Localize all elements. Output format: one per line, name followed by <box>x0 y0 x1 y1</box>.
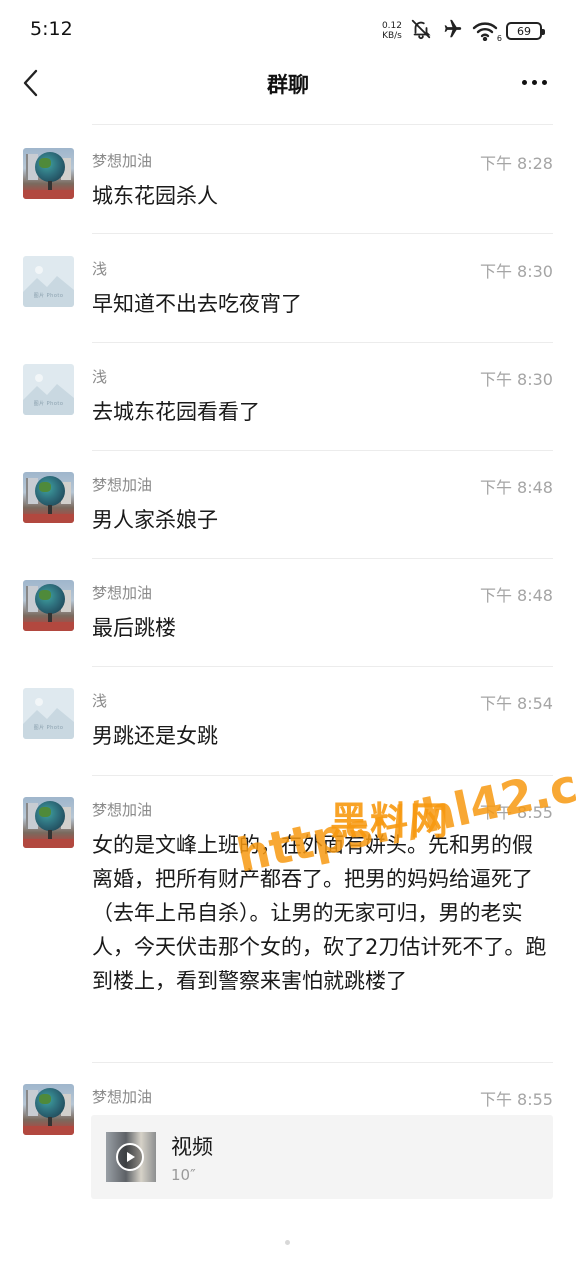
image-placeholder-icon <box>23 374 74 415</box>
more-dot-icon <box>531 79 537 85</box>
sender-name: 浅 <box>92 368 108 386</box>
page-title: 群聊 <box>267 73 309 97</box>
chat-message: 梦想加油 下午 8:48 最后跳楼 <box>0 558 576 666</box>
sender-name: 浅 <box>92 692 108 710</box>
avatar[interactable] <box>23 580 74 631</box>
divider <box>92 342 553 343</box>
sender-name: 梦想加油 <box>92 476 153 494</box>
message-time: 下午 8:55 <box>479 803 553 822</box>
net-speed-unit: KB/s <box>382 31 402 41</box>
divider <box>92 450 553 451</box>
more-dot-icon <box>521 79 527 85</box>
video-duration: 10″ <box>171 1166 196 1184</box>
chat-message: 图片 Photo 浅 下午 8:54 男跳还是女跳 <box>0 666 576 774</box>
message-time: 下午 8:30 <box>479 370 553 389</box>
wifi-icon: 6 <box>472 21 502 43</box>
avatar[interactable] <box>23 472 74 523</box>
avatar[interactable] <box>23 148 74 199</box>
message-text: 女的是文峰上班的，在外面有姘头。先和男的假离婚，把所有财产都吞了。把男的妈妈给逼… <box>92 833 547 993</box>
nav-bar: 群聊 <box>0 62 576 124</box>
battery-icon: 69 <box>506 22 545 40</box>
chat-message: 梦想加油 下午 8:28 城东花园杀人 <box>0 124 576 232</box>
sender-name: 梦想加油 <box>92 584 153 602</box>
net-speed-value: 0.12 <box>381 21 402 31</box>
sender-name: 梦想加油 <box>92 152 153 170</box>
scroll-indicator-dot <box>285 1240 290 1245</box>
avatar[interactable]: 图片 Photo <box>23 364 74 415</box>
sender-name: 梦想加油 <box>92 1088 153 1106</box>
avatar[interactable]: 图片 Photo <box>23 688 74 739</box>
chat-message: 梦想加油 下午 8:55 女的是文峰上班的，在外面有姘头。先和男的假离婚，把所有… <box>0 775 576 1062</box>
more-dot-icon <box>541 79 547 85</box>
message-text: 男人家杀娘子 <box>92 508 218 532</box>
message-time: 下午 8:28 <box>479 154 553 173</box>
avatar[interactable] <box>23 797 74 848</box>
video-thumbnail[interactable] <box>106 1132 156 1182</box>
video-label: 视频 <box>171 1135 213 1159</box>
message-text: 去城东花园看看了 <box>92 400 260 424</box>
avatar[interactable] <box>23 1084 74 1135</box>
image-placeholder-icon <box>23 698 74 739</box>
sender-name: 梦想加油 <box>92 801 153 819</box>
avatar[interactable]: 图片 Photo <box>23 256 74 307</box>
chat-message: 梦想加油 下午 8:55 视频 10″ <box>0 1062 576 1212</box>
message-text: 男跳还是女跳 <box>92 724 218 748</box>
message-text: 早知道不出去吃夜宵了 <box>92 292 302 316</box>
message-text: 最后跳楼 <box>92 616 176 640</box>
divider <box>92 666 553 667</box>
divider <box>92 1062 553 1063</box>
chat-message: 梦想加油 下午 8:48 男人家杀娘子 <box>0 450 576 558</box>
mute-icon <box>410 18 432 44</box>
message-time: 下午 8:30 <box>479 262 553 281</box>
message-time: 下午 8:48 <box>479 478 553 497</box>
play-icon[interactable] <box>116 1143 144 1171</box>
airplane-icon <box>440 18 464 44</box>
wifi-badge: 6 <box>496 34 502 43</box>
message-time: 下午 8:48 <box>479 586 553 605</box>
message-time: 下午 8:54 <box>479 694 553 713</box>
message-text: 城东花园杀人 <box>92 184 218 208</box>
chat-message: 图片 Photo 浅 下午 8:30 去城东花园看看了 <box>0 342 576 450</box>
divider <box>92 558 553 559</box>
sender-name: 浅 <box>92 260 108 278</box>
message-time: 下午 8:55 <box>479 1090 553 1109</box>
chat-message: 图片 Photo 浅 下午 8:30 早知道不出去吃夜宵了 <box>0 233 576 341</box>
status-icons: 0.12 KB/s 6 69 <box>382 18 545 44</box>
more-options-button[interactable] <box>514 70 554 94</box>
video-message-card[interactable]: 视频 10″ <box>91 1115 553 1199</box>
battery-level: 69 <box>517 24 531 38</box>
status-time: 5:12 <box>30 18 73 40</box>
image-placeholder-icon <box>23 266 74 307</box>
status-bar: 5:12 0.12 KB/s 6 69 <box>0 0 576 62</box>
network-speed: 0.12 KB/s <box>382 21 402 41</box>
divider <box>92 233 553 234</box>
divider <box>92 124 553 125</box>
divider <box>92 775 553 776</box>
